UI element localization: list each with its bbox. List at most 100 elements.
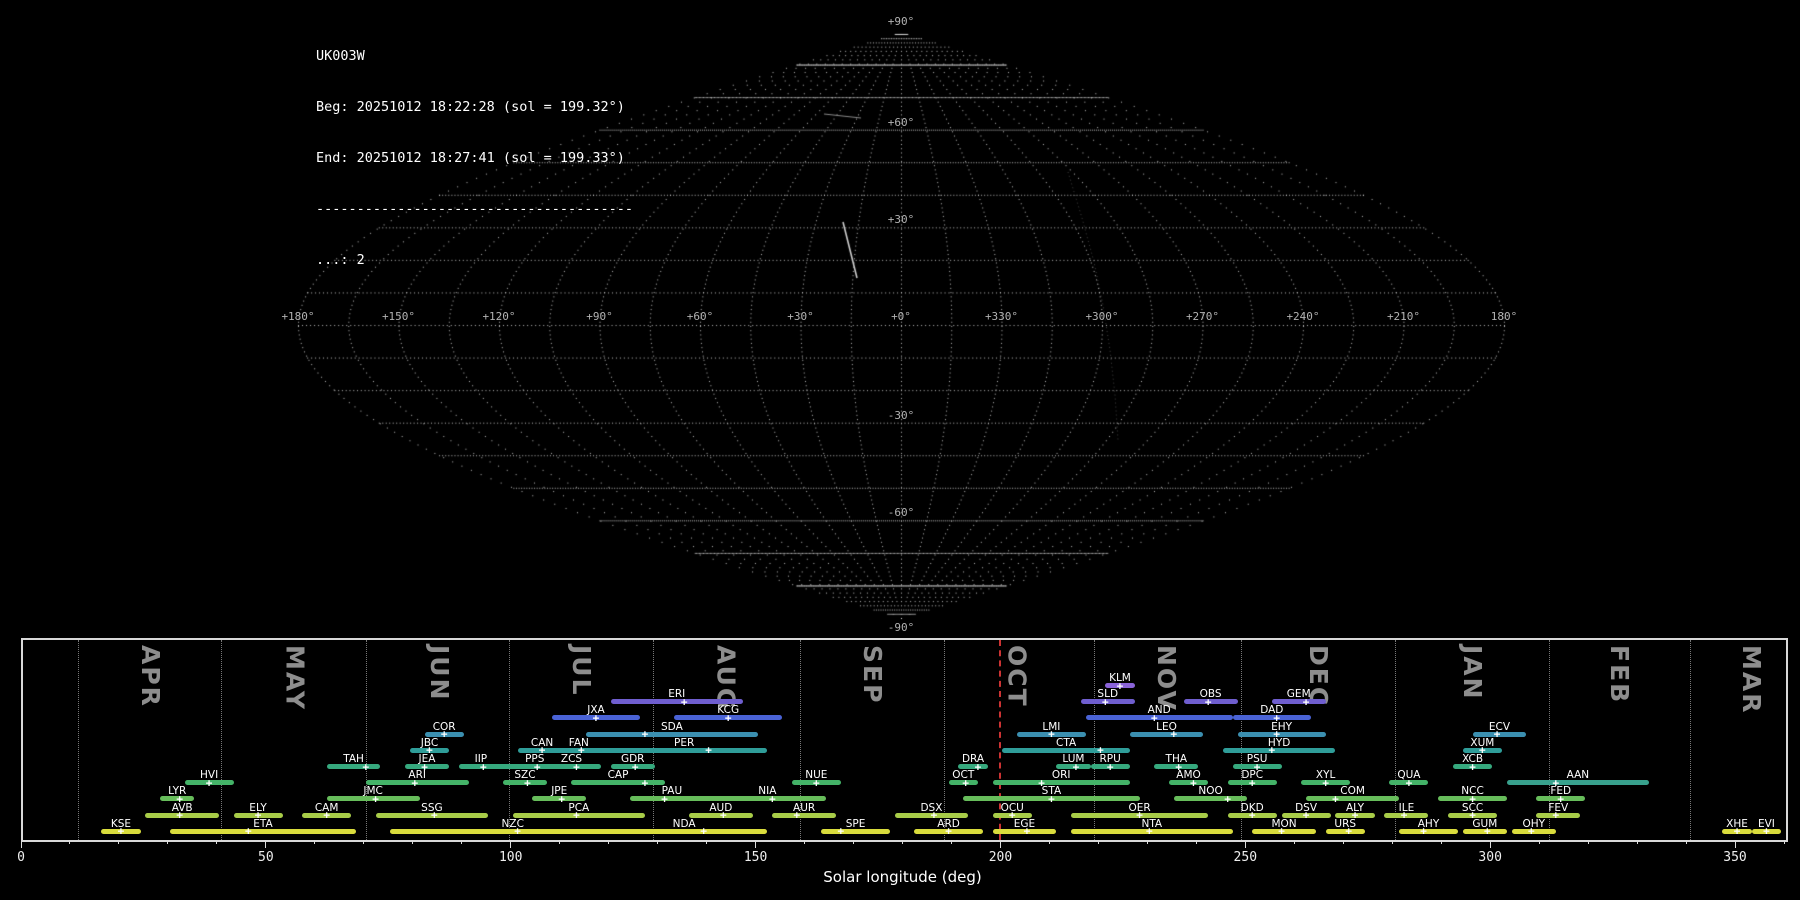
shower-peak-marker: + [1345, 824, 1352, 838]
shower-label: SPE [845, 817, 866, 830]
shower-label: PER [673, 736, 695, 749]
month-label: FEB [1604, 645, 1634, 705]
session-end: End: 20251012 18:27:41 (sol = 199.33°) [316, 150, 625, 166]
shower-label: ORI [1051, 769, 1071, 782]
shower-peak-marker: + [411, 776, 419, 790]
shower-peak-marker: + [1405, 776, 1413, 790]
axis-tick [950, 840, 952, 844]
map-lon-label: +150° [381, 310, 416, 323]
axis-tick [1734, 840, 1736, 848]
shower-timeline-panel: APR MAY JUN JUL AUG SEP OCT NOV DEC JAN FEB MAR KLM +… [21, 638, 1788, 842]
shower-peak-marker: + [1224, 792, 1232, 806]
axis-tick [1244, 840, 1246, 848]
shower-peak-marker: + [1146, 824, 1153, 838]
shower-peak-marker: + [573, 808, 580, 822]
month-label: MAY [280, 645, 310, 711]
shower-peak-marker: + [440, 727, 448, 741]
shower-peak-marker: + [719, 808, 727, 822]
shower-peak-marker: + [1101, 695, 1109, 709]
shower-label: ETA [253, 817, 273, 830]
map-lat-label: +60° [887, 115, 915, 129]
axis-tick-label: 250 [1233, 850, 1258, 865]
axis-tick [1195, 840, 1197, 844]
month-label: JUL [566, 645, 596, 697]
month-boundary-line [1394, 640, 1396, 840]
month-label: MAR [1737, 645, 1767, 715]
shower-peak-marker: + [1268, 743, 1276, 757]
shower-label: AMO [1176, 769, 1201, 782]
axis-tick [1097, 840, 1099, 844]
month-boundary-line [1093, 640, 1095, 840]
month-boundary-line [365, 640, 367, 840]
shower-peak-marker: + [480, 760, 487, 773]
shower-peak-marker: + [700, 824, 708, 838]
month-boundary-line [652, 640, 654, 840]
month-label: OCT [1002, 645, 1032, 708]
axis-tick [804, 840, 806, 844]
axis-tick [706, 840, 708, 844]
axis-tick-label: 300 [1478, 850, 1502, 865]
month-label: JUN [424, 645, 454, 702]
axis-tick [167, 840, 169, 844]
shower-peak-marker: + [930, 808, 938, 822]
axis-tick [314, 840, 316, 844]
axis-tick-label: 200 [988, 850, 1013, 865]
shower-peak-marker: + [641, 727, 649, 741]
axis-tick [216, 840, 218, 844]
map-lat-label: -90° [887, 621, 915, 634]
shower-peak-marker: + [1106, 760, 1114, 773]
shower-peak-marker: + [724, 711, 732, 725]
axis-tick [1783, 840, 1785, 844]
map-lon-label: +0° [891, 310, 911, 323]
axis-tick [902, 840, 903, 844]
shower-label: COM [1340, 785, 1365, 798]
session-begin: Beg: 20251012 18:22:28 (sol = 199.32°) [316, 99, 625, 115]
shower-peak-marker: + [362, 760, 370, 773]
map-lon-label: +330° [984, 310, 1019, 323]
month-boundary-line [78, 640, 80, 840]
shower-label: AAN [1566, 769, 1590, 782]
axis-tick-label: 350 [1723, 850, 1747, 865]
shower-peak-marker: + [1400, 808, 1408, 822]
shower-peak-marker: + [431, 808, 438, 822]
shower-label: SDA [661, 720, 683, 733]
shower-peak-marker: + [1528, 824, 1535, 838]
shower-peak-marker: + [641, 776, 649, 790]
shower-peak-marker: + [962, 776, 970, 790]
axis-tick [1048, 840, 1050, 844]
map-lon-label: +30° [787, 310, 814, 323]
shower-peak-marker: + [573, 760, 580, 773]
station-info: UK003W Beg: 20251012 18:22:28 (sol = 199… [316, 14, 633, 286]
shower-peak-marker: + [837, 824, 845, 838]
shower-peak-marker: + [372, 792, 379, 806]
shower-peak-marker: + [1278, 824, 1285, 838]
shower-peak-marker: + [1552, 808, 1560, 822]
axis-tick [1636, 840, 1638, 844]
shower-peak-marker: + [1248, 776, 1256, 790]
axis-tick-label: 0 [17, 850, 25, 865]
axis-tick-label: 100 [498, 850, 523, 865]
shower-peak-marker: + [1248, 808, 1256, 822]
month-label: NOV [1152, 645, 1181, 712]
axis-tick [1440, 840, 1442, 844]
shower-peak-marker: + [117, 824, 125, 838]
shower-peak-marker: + [680, 695, 688, 709]
shower-peak-marker: + [1322, 776, 1329, 790]
shower-peak-marker: + [1048, 792, 1055, 806]
map-lon-label: +240° [1286, 310, 1320, 323]
shower-peak-marker: + [1048, 727, 1055, 741]
shower-peak-marker: + [1072, 760, 1080, 773]
month-label: JAN [1458, 645, 1488, 701]
axis-tick [657, 840, 659, 844]
shower-peak-marker: + [323, 808, 330, 822]
shower-peak-marker: + [793, 808, 801, 822]
axis-tick [1587, 840, 1589, 844]
shower-peak-marker: + [1302, 695, 1310, 709]
axis-tick [363, 840, 365, 844]
map-lat-label: -30° [887, 408, 915, 422]
shower-peak-marker: + [974, 760, 982, 773]
shower-peak-marker: + [813, 776, 820, 790]
map-lon-label: +180° [281, 310, 315, 323]
shower-peak-marker: + [1170, 727, 1178, 741]
axis-tick [118, 840, 120, 844]
